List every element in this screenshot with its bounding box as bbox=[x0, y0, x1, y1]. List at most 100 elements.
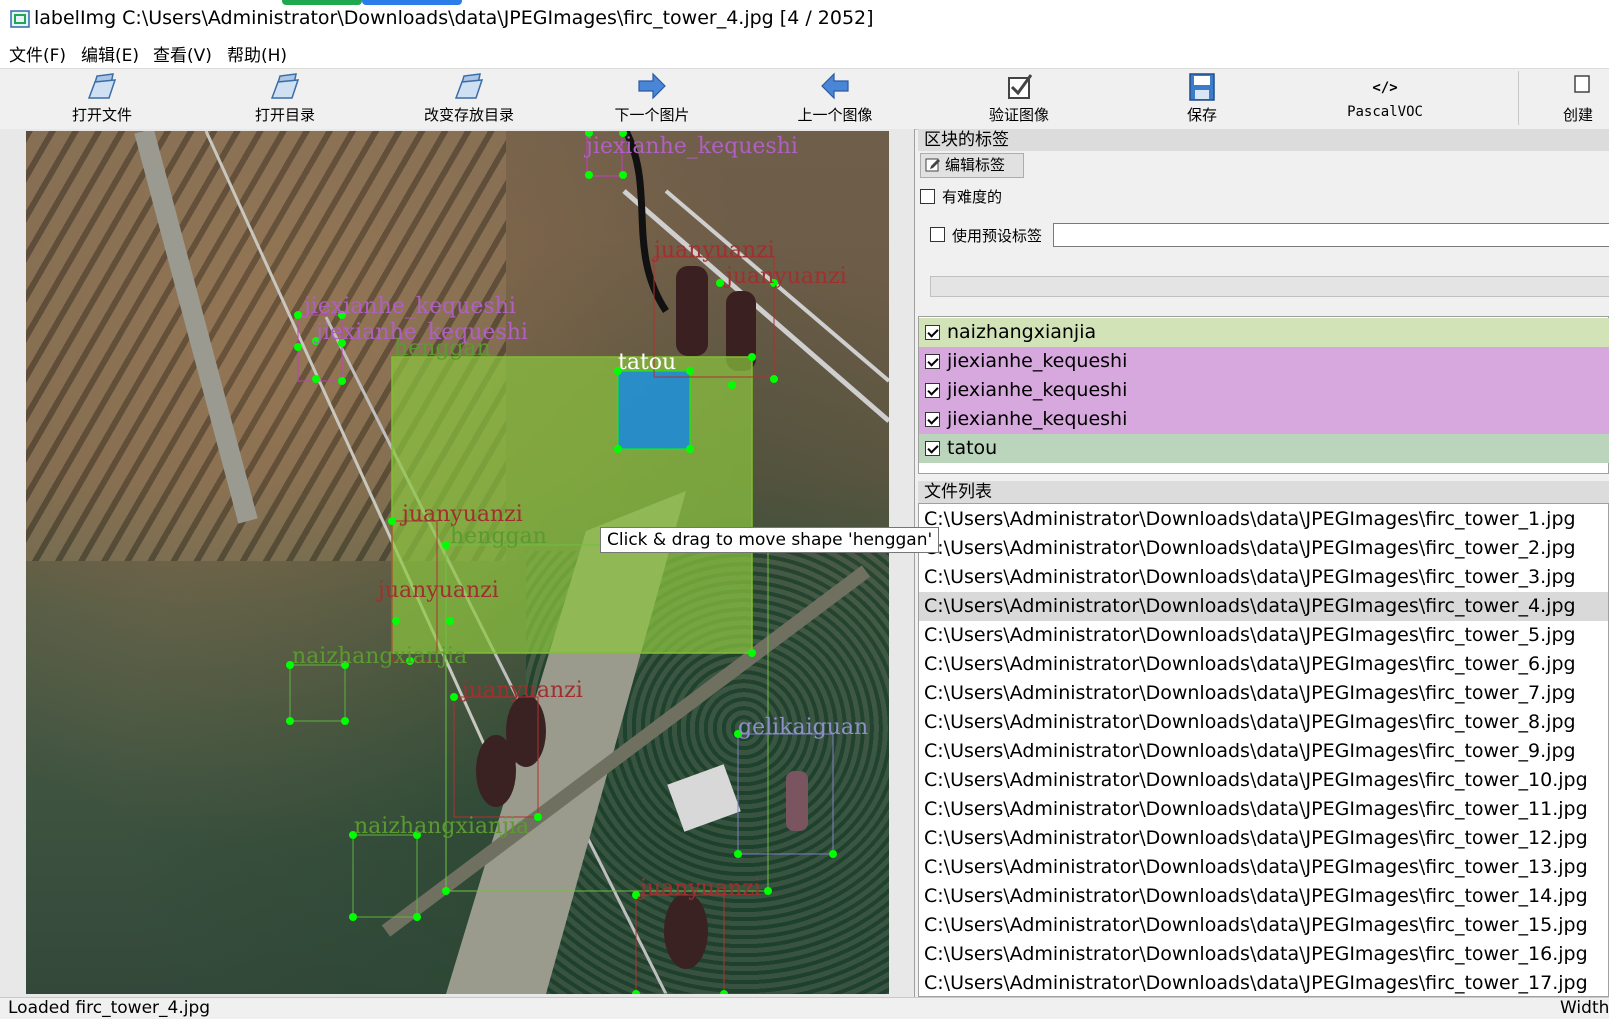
open-file-label: 打开文件 bbox=[71, 106, 132, 124]
pascalvoc-format-button[interactable]: </> PascalVOC bbox=[1310, 69, 1460, 129]
label-item[interactable]: jiexianhe_kequeshi bbox=[919, 347, 1609, 376]
menu-edit[interactable]: 编辑(E) bbox=[81, 41, 139, 66]
bbox-tatou bbox=[617, 370, 691, 450]
prev-image-label: 上一个图像 bbox=[797, 106, 873, 124]
shape-label-juanyuanzi: juanyuanzi bbox=[375, 578, 499, 603]
pascalvoc-label: PascalVOC bbox=[1347, 104, 1423, 120]
folder-open-icon bbox=[454, 73, 484, 99]
shape-label-henggan: henggan bbox=[450, 524, 547, 549]
file-list-item[interactable]: C:\Users\Administrator\Downloads\data\JP… bbox=[919, 679, 1608, 708]
open-dir-button[interactable]: 打开目录 bbox=[210, 69, 360, 129]
status-message: Loaded firc_tower_4.jpg bbox=[8, 998, 211, 1018]
label-item-name: jiexianhe_kequeshi bbox=[947, 408, 1128, 430]
title-accent-green bbox=[282, 0, 362, 5]
file-list-item[interactable]: C:\Users\Administrator\Downloads\data\JP… bbox=[919, 650, 1608, 679]
file-list-item[interactable]: C:\Users\Administrator\Downloads\data\JP… bbox=[919, 737, 1608, 766]
file-list-header: 文件列表 bbox=[918, 481, 1609, 503]
shape-label-jiexianhe_kequeshi: jiexianhe_kequeshi bbox=[301, 294, 516, 319]
shape-label-gelikaiguan: gelikaiguan bbox=[738, 715, 868, 740]
use-preset-checkbox[interactable] bbox=[930, 227, 945, 242]
toolbar-separator bbox=[1518, 71, 1519, 125]
switch-insulator bbox=[786, 771, 808, 831]
difficult-checkbox[interactable] bbox=[920, 189, 935, 204]
save-button[interactable]: 保存 bbox=[1127, 69, 1277, 129]
verify-image-label: 验证图像 bbox=[988, 106, 1049, 124]
file-list-item[interactable]: C:\Users\Administrator\Downloads\data\JP… bbox=[919, 708, 1608, 737]
create-rect-button[interactable]: 创建 bbox=[1555, 69, 1609, 129]
label-combobox[interactable] bbox=[930, 276, 1609, 297]
create-rect-label: 创建 bbox=[1563, 106, 1594, 124]
status-bar: Loaded firc_tower_4.jpg Width bbox=[0, 997, 1609, 1019]
code-tag-icon: </> bbox=[1372, 80, 1397, 96]
shape-label-juanyuanzi: juanyuanzi bbox=[723, 264, 847, 289]
label-item-name: jiexianhe_kequeshi bbox=[947, 379, 1128, 401]
label-visible-checkbox[interactable] bbox=[925, 412, 940, 427]
verify-image-button[interactable]: 验证图像 bbox=[944, 69, 1094, 129]
file-list-item[interactable]: C:\Users\Administrator\Downloads\data\JP… bbox=[919, 853, 1608, 882]
change-save-dir-button[interactable]: 改变存放目录 bbox=[394, 69, 544, 129]
file-list-item[interactable]: C:\Users\Administrator\Downloads\data\JP… bbox=[919, 795, 1608, 824]
metal-plate bbox=[667, 764, 741, 832]
shape-label-juanyuanzi: juanyuanzi bbox=[459, 678, 583, 703]
file-list-item[interactable]: C:\Users\Administrator\Downloads\data\JP… bbox=[919, 766, 1608, 795]
difficult-label: 有难度的 bbox=[942, 188, 1003, 206]
next-image-label: 下一个图片 bbox=[614, 106, 690, 124]
label-item-name: naizhangxianjia bbox=[947, 321, 1097, 343]
menu-help[interactable]: 帮助(H) bbox=[227, 41, 287, 66]
save-label: 保存 bbox=[1186, 106, 1217, 124]
label-visible-checkbox[interactable] bbox=[925, 325, 940, 340]
bbox-naizhangxianjia bbox=[352, 834, 418, 918]
label-visible-checkbox[interactable] bbox=[925, 383, 940, 398]
shape-label-jiexianhe_kequeshi: jiexianhe_kequeshi bbox=[583, 134, 798, 159]
open-file-button[interactable]: 打开文件 bbox=[27, 69, 177, 129]
shape-label-juanyuanzi: juanyuanzi bbox=[651, 238, 775, 263]
save-floppy-icon bbox=[1189, 73, 1215, 101]
change-save-dir-label: 改变存放目录 bbox=[423, 106, 514, 124]
file-list-item[interactable]: C:\Users\Administrator\Downloads\data\JP… bbox=[919, 824, 1608, 853]
use-preset-label: 使用预设标签 bbox=[952, 227, 1043, 245]
window-title: labelImg C:\Users\Administrator\Download… bbox=[34, 7, 874, 29]
label-visible-checkbox[interactable] bbox=[925, 354, 940, 369]
file-list-item[interactable]: C:\Users\Administrator\Downloads\data\JP… bbox=[919, 882, 1608, 911]
label-visible-checkbox[interactable] bbox=[925, 441, 940, 456]
edit-label-button[interactable]: 编辑标签 bbox=[920, 153, 1024, 178]
canvas-tooltip: Click & drag to move shape 'henggan' bbox=[600, 527, 940, 553]
photo-image: jiexianhe_kequeshi juanyuanzi juanyuanzi… bbox=[26, 131, 889, 994]
pencil-icon bbox=[925, 158, 940, 172]
file-list-item[interactable]: C:\Users\Administrator\Downloads\data\JP… bbox=[919, 563, 1608, 592]
create-rect-icon bbox=[1574, 75, 1590, 93]
insulator bbox=[506, 695, 546, 767]
block-labels-header: 区块的标签 bbox=[918, 129, 1609, 151]
file-list-item[interactable]: C:\Users\Administrator\Downloads\data\JP… bbox=[919, 940, 1608, 969]
file-list-item[interactable]: C:\Users\Administrator\Downloads\data\JP… bbox=[919, 534, 1608, 563]
next-image-button[interactable]: 下一个图片 bbox=[577, 69, 727, 129]
file-list-item[interactable]: C:\Users\Administrator\Downloads\data\JP… bbox=[919, 969, 1608, 996]
label-list: naizhangxianjia jiexianhe_kequeshi jiexi… bbox=[918, 316, 1609, 474]
label-item[interactable]: tatou bbox=[919, 434, 1609, 463]
bbox-gelikaiguan bbox=[737, 733, 834, 855]
file-list-item[interactable]: C:\Users\Administrator\Downloads\data\JP… bbox=[919, 621, 1608, 650]
label-item[interactable]: jiexianhe_kequeshi bbox=[919, 376, 1609, 405]
label-item[interactable]: naizhangxianjia bbox=[919, 318, 1609, 347]
verify-check-icon bbox=[1008, 74, 1033, 99]
bbox-naizhangxianjia bbox=[289, 664, 346, 722]
file-list-item-selected[interactable]: C:\Users\Administrator\Downloads\data\JP… bbox=[919, 592, 1608, 621]
label-item[interactable]: jiexianhe_kequeshi bbox=[919, 405, 1609, 434]
menu-file[interactable]: 文件(F) bbox=[9, 41, 66, 66]
menu-bar: 文件(F) 编辑(E) 查看(V) 帮助(H) bbox=[0, 38, 1609, 68]
svg-text:</>: </> bbox=[1372, 80, 1397, 96]
prev-image-button[interactable]: 上一个图像 bbox=[760, 69, 910, 129]
insulator bbox=[676, 266, 708, 356]
shape-label-henggan: henggan bbox=[394, 336, 491, 361]
file-list-item[interactable]: C:\Users\Administrator\Downloads\data\JP… bbox=[919, 911, 1608, 940]
folder-open-icon bbox=[270, 73, 300, 99]
shape-label-tatou: tatou bbox=[618, 350, 676, 375]
image-canvas[interactable]: jiexianhe_kequeshi juanyuanzi juanyuanzi… bbox=[0, 129, 940, 997]
annotation-layer: jiexianhe_kequeshi juanyuanzi juanyuanzi… bbox=[134, 131, 889, 994]
menu-view[interactable]: 查看(V) bbox=[153, 41, 212, 66]
shape-label-juanyuanzi: juanyuanzi bbox=[637, 876, 761, 901]
title-accent-blue bbox=[362, 0, 462, 5]
insulator bbox=[664, 893, 708, 969]
file-list-item[interactable]: C:\Users\Administrator\Downloads\data\JP… bbox=[919, 505, 1608, 534]
preset-label-input[interactable] bbox=[1053, 223, 1609, 247]
